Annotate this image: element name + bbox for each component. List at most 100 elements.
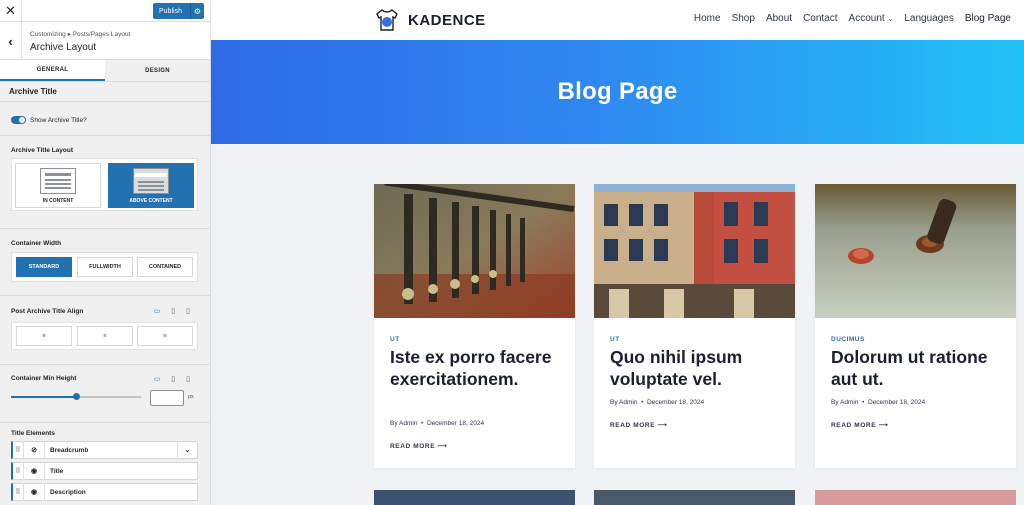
nav-about[interactable]: About: [766, 13, 792, 24]
post-thumbnail-building[interactable]: [594, 184, 795, 318]
post-category[interactable]: UT: [390, 336, 400, 343]
min-height-row: Container Min Height ▭ ▯ ▯ px: [0, 365, 210, 423]
chevron-left-icon[interactable]: ‹: [0, 22, 22, 60]
breadcrumb: Customizing ▸ Posts/Pages Layout: [30, 31, 131, 38]
nav-contact[interactable]: Contact: [803, 13, 837, 24]
mobile-icon[interactable]: ▯: [186, 375, 190, 383]
post-card-peek: [594, 490, 795, 505]
slider-fill: [11, 396, 76, 398]
nav-account-label: Account: [848, 13, 885, 24]
chevron-down-icon[interactable]: ⌄: [177, 441, 197, 459]
tablet-icon[interactable]: ▯: [171, 375, 175, 383]
drag-handle-icon[interactable]: ⠿: [13, 446, 23, 454]
fence-photo-icon: [374, 184, 575, 318]
post-meta: By Admin • December 18, 2024: [610, 399, 705, 406]
eye-icon[interactable]: ◉: [23, 483, 45, 501]
post-card: DUCIMUS Dolorum ut ratione aut ut. By Ad…: [815, 184, 1016, 468]
post-title[interactable]: Quo nihil ipsum voluptate vel.: [610, 347, 785, 390]
post-title[interactable]: Dolorum ut ratione aut ut.: [831, 347, 1006, 390]
post-date: December 18, 2024: [867, 399, 926, 406]
tab-general[interactable]: GENERAL: [0, 60, 105, 81]
building-photo-icon: [594, 184, 795, 318]
publish-button[interactable]: Publish ⚙: [153, 3, 204, 19]
slider-knob[interactable]: [72, 393, 80, 400]
title-layout-label: Archive Title Layout: [11, 147, 74, 154]
post-category[interactable]: UT: [610, 336, 620, 343]
element-label: Breadcrumb: [50, 446, 89, 454]
width-standard-button[interactable]: STANDARD: [16, 257, 72, 277]
layout-above-content-label: ABOVE CONTENT: [129, 198, 173, 204]
settings-panel: Show Archive Title? Archive Title Layout…: [0, 102, 210, 503]
post-thumbnail-fence[interactable]: [374, 184, 575, 318]
width-contained-button[interactable]: CONTAINED: [137, 257, 193, 277]
post-card-peek: [815, 490, 1016, 505]
tab-bar: GENERAL DESIGN: [0, 60, 210, 82]
post-author[interactable]: By Admin: [610, 399, 637, 406]
desktop-icon[interactable]: ▭: [154, 307, 161, 315]
layout-in-content-label: IN CONTENT: [42, 198, 74, 204]
nav-home[interactable]: Home: [694, 13, 721, 24]
eye-icon[interactable]: ◉: [23, 462, 45, 480]
wax-seal-photo-icon: [815, 184, 1016, 318]
align-center-icon[interactable]: ≡: [77, 326, 133, 346]
container-width-options: STANDARD FULLWIDTH CONTAINED: [11, 252, 198, 282]
chevron-down-icon: ⌄: [887, 16, 894, 23]
site-preview: KADENCE Home Shop About Contact Account …: [211, 0, 1024, 505]
min-height-label: Container Min Height: [11, 375, 77, 382]
nav-shop[interactable]: Shop: [732, 13, 755, 24]
layout-in-content-option[interactable]: IN CONTENT: [15, 163, 101, 208]
device-switcher: ▭ ▯ ▯: [154, 307, 190, 315]
min-height-unit: px: [188, 394, 194, 400]
layout-above-content-option[interactable]: ABOVE CONTENT: [108, 163, 194, 208]
post-category[interactable]: DUCIMUS: [831, 336, 865, 343]
element-description[interactable]: ⠿ ◉ Description: [11, 483, 198, 501]
post-title[interactable]: Iste ex porro facere exercitationem.: [390, 347, 565, 390]
post-card-peek: [374, 490, 575, 505]
publish-label: Publish: [159, 7, 182, 15]
post-card: UT Quo nihil ipsum voluptate vel. By Adm…: [594, 184, 795, 468]
desktop-icon[interactable]: ▭: [154, 375, 161, 383]
min-height-slider[interactable]: [11, 393, 141, 400]
site-logo[interactable]: KADENCE: [374, 7, 486, 33]
align-left-icon[interactable]: ≡: [16, 326, 72, 346]
show-title-row: Show Archive Title?: [0, 102, 210, 136]
nav-blog-page[interactable]: Blog Page: [965, 13, 1011, 24]
customizer-window: ✕ Publish ⚙ ‹ Customizing ▸ Posts/Pages …: [0, 0, 1024, 505]
element-breadcrumb[interactable]: ⠿ ⊘ Breadcrumb ⌄: [11, 441, 198, 459]
align-right-icon[interactable]: ≡: [137, 326, 193, 346]
post-date: December 18, 2024: [646, 399, 705, 406]
layout-options: IN CONTENT ABOVE CONTENT: [11, 158, 198, 211]
title-elements-label: Title Elements: [11, 430, 55, 437]
post-card: UT Iste ex porro facere exercitationem. …: [374, 184, 575, 468]
close-icon[interactable]: ✕: [0, 0, 22, 22]
title-layout-row: Archive Title Layout IN CONTENT ABOVE CO…: [0, 136, 210, 229]
show-title-toggle[interactable]: [11, 116, 26, 124]
post-author[interactable]: By Admin: [390, 420, 417, 427]
post-thumbnail-seal[interactable]: [815, 184, 1016, 318]
tab-design[interactable]: DESIGN: [105, 60, 210, 81]
eye-slash-icon[interactable]: ⊘: [23, 441, 45, 459]
gear-icon[interactable]: ⚙: [190, 3, 204, 19]
nav-languages[interactable]: Languages: [904, 13, 954, 24]
read-more-link[interactable]: READ MORE ⟶: [831, 421, 888, 429]
post-author[interactable]: By Admin: [831, 399, 858, 406]
drag-handle-icon[interactable]: ⠿: [13, 488, 23, 496]
width-fullwidth-button[interactable]: FULLWIDTH: [77, 257, 133, 277]
show-title-label: Show Archive Title?: [30, 116, 87, 124]
in-content-layout-icon: [40, 168, 76, 194]
title-elements-row: Title Elements ⠿ ⊘ Breadcrumb ⌄ ⠿ ◉ Titl…: [0, 423, 210, 503]
drag-handle-icon[interactable]: ⠿: [13, 467, 23, 475]
read-more-link[interactable]: READ MORE ⟶: [390, 442, 447, 450]
title-align-row: Post Archive Title Align ▭ ▯ ▯ ≡ ≡ ≡: [0, 296, 210, 365]
tablet-icon[interactable]: ▯: [171, 307, 175, 315]
main-nav: Home Shop About Contact Account ⌄ Langua…: [694, 13, 1011, 24]
element-title[interactable]: ⠿ ◉ Title: [11, 462, 198, 480]
min-height-input[interactable]: [150, 390, 184, 406]
mobile-icon[interactable]: ▯: [186, 307, 190, 315]
post-meta: By Admin • December 18, 2024: [390, 420, 485, 427]
customizer-topbar: ✕ Publish ⚙: [0, 0, 210, 22]
nav-account[interactable]: Account ⌄: [849, 13, 894, 24]
element-label: Description: [50, 488, 86, 496]
read-more-link[interactable]: READ MORE ⟶: [610, 421, 667, 429]
post-date: December 18, 2024: [426, 420, 485, 427]
